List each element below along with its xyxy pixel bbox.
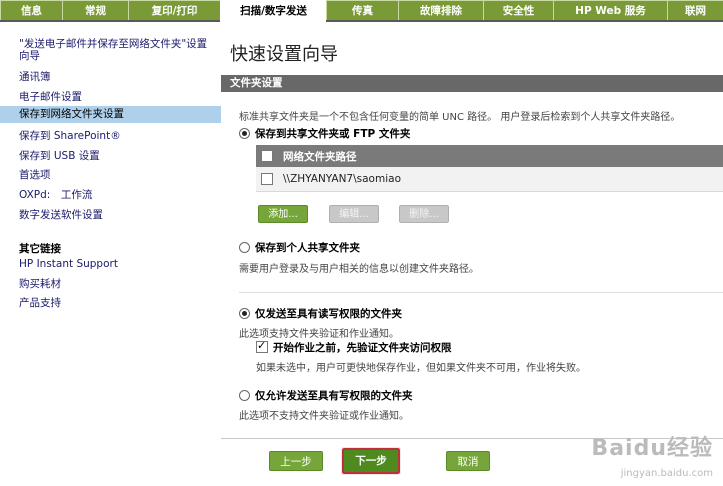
verify-access-description: 如果未选中，用户可更快地保存作业，但如果文件夹不可用，作业将失败。 — [256, 363, 586, 374]
sidebar-item-usb-setup[interactable]: 保存到 USB 设置 — [19, 148, 100, 163]
sidebar-item-setup-wizard[interactable]: "发送电子邮件并保存至网络文件夹"设置向导 — [19, 38, 214, 62]
option-verify-access[interactable]: 开始作业之前，先验证文件夹访问权限 — [256, 339, 452, 354]
tab-fax[interactable]: 传真 — [326, 0, 398, 20]
tab-copy-print[interactable]: 复印/打印 — [128, 0, 220, 20]
edit-button[interactable]: 编辑... — [329, 205, 379, 223]
read-write-radio[interactable] — [239, 307, 250, 319]
delete-button[interactable]: 删除... — [399, 205, 449, 223]
section-header: 文件夹设置 — [221, 75, 723, 92]
previous-button[interactable]: 上一步 — [269, 451, 323, 471]
option-personal-folder[interactable]: 保存到个人共享文件夹 — [239, 240, 360, 254]
tab-scan-digital-send[interactable]: 扫描/数字发送 — [220, 0, 326, 22]
tab-hp-web-services[interactable]: HP Web 服务 — [553, 0, 667, 20]
verify-access-label: 开始作业之前，先验证文件夹访问权限 — [273, 341, 452, 354]
row-checkbox[interactable] — [261, 173, 273, 185]
tab-info[interactable]: 信息 — [0, 0, 62, 20]
tab-general[interactable]: 常规 — [62, 0, 128, 20]
add-button[interactable]: 添加... — [258, 205, 308, 223]
sidebar-item-sharepoint[interactable]: 保存到 SharePoint® — [19, 128, 121, 143]
sidebar-item-address-book[interactable]: 通讯簿 — [19, 69, 51, 84]
sidebar-item-network-folder-setup[interactable]: 保存到网络文件夹设置 — [0, 106, 221, 123]
sidebar-item-email-setup[interactable]: 电子邮件设置 — [19, 89, 82, 104]
other-links-heading: 其它链接 — [19, 243, 61, 255]
left-navigation: "发送电子邮件并保存至网络文件夹"设置向导 通讯簿 电子邮件设置 保存到网络文件… — [0, 22, 221, 486]
tab-troubleshooting[interactable]: 故障排除 — [398, 0, 483, 20]
main-content: 快速设置向导 文件夹设置 标准共享文件夹是一个不包含任何变量的简单 UNC 路径… — [221, 22, 723, 486]
option-write-only[interactable]: 仅允许发送至具有写权限的文件夹 — [239, 388, 413, 402]
column-header-path: 网络文件夹路径 — [283, 150, 357, 163]
write-only-description: 此选项不支持文件夹验证或作业通知。 — [239, 411, 409, 422]
option-shared-folder[interactable]: 保存到共享文件夹或 FTP 文件夹 — [239, 126, 410, 140]
link-hp-instant-support[interactable]: HP Instant Support — [19, 258, 118, 270]
select-all-checkbox[interactable] — [261, 150, 273, 162]
network-folder-table: 网络文件夹路径 \\ZHYANYAN7\saomiao — [256, 145, 723, 192]
tab-security[interactable]: 安全性 — [483, 0, 553, 20]
link-buy-supplies[interactable]: 购买耗材 — [19, 276, 61, 291]
write-only-radio[interactable] — [239, 389, 250, 401]
sidebar-item-oxpd-workflow[interactable]: OXPd: 工作流 — [19, 187, 92, 202]
personal-folder-description: 需要用户登录及与用户相关的信息以创建文件夹路径。 — [239, 264, 479, 275]
page-title: 快速设置向导 — [230, 44, 338, 65]
read-write-label: 仅发送至具有读写权限的文件夹 — [255, 307, 402, 320]
tab-networking[interactable]: 联网 — [667, 0, 723, 20]
option-read-write[interactable]: 仅发送至具有读写权限的文件夹 — [239, 306, 402, 320]
sidebar-item-digital-send-software[interactable]: 数字发送软件设置 — [19, 207, 103, 222]
top-tab-bar: 信息 常规 复印/打印 扫描/数字发送 传真 故障排除 安全性 HP Web 服… — [0, 0, 723, 22]
watermark-url: jingyan.baidu.com — [620, 468, 713, 479]
personal-folder-label: 保存到个人共享文件夹 — [255, 241, 360, 254]
read-write-description: 此选项支持文件夹验证和作业通知。 — [239, 329, 399, 340]
sidebar-item-preferences[interactable]: 首选项 — [19, 167, 51, 182]
watermark-logo: Baidu经验 — [591, 436, 713, 461]
link-product-support[interactable]: 产品支持 — [19, 295, 61, 310]
verify-access-checkbox[interactable] — [256, 339, 268, 353]
shared-folder-label: 保存到共享文件夹或 FTP 文件夹 — [255, 127, 411, 140]
folder-path: \\ZHYANYAN7\saomiao — [283, 173, 401, 185]
table-row[interactable]: \\ZHYANYAN7\saomiao — [256, 167, 723, 192]
divider — [239, 292, 723, 293]
section-description: 标准共享文件夹是一个不包含任何变量的简单 UNC 路径。 用户登录后检索到个人共… — [239, 112, 681, 123]
table-header: 网络文件夹路径 — [256, 145, 723, 167]
next-button[interactable]: 下一步 — [341, 447, 401, 475]
write-only-label: 仅允许发送至具有写权限的文件夹 — [255, 389, 413, 402]
shared-folder-radio[interactable] — [239, 127, 250, 139]
cancel-button[interactable]: 取消 — [446, 451, 490, 471]
personal-folder-radio[interactable] — [239, 241, 250, 253]
